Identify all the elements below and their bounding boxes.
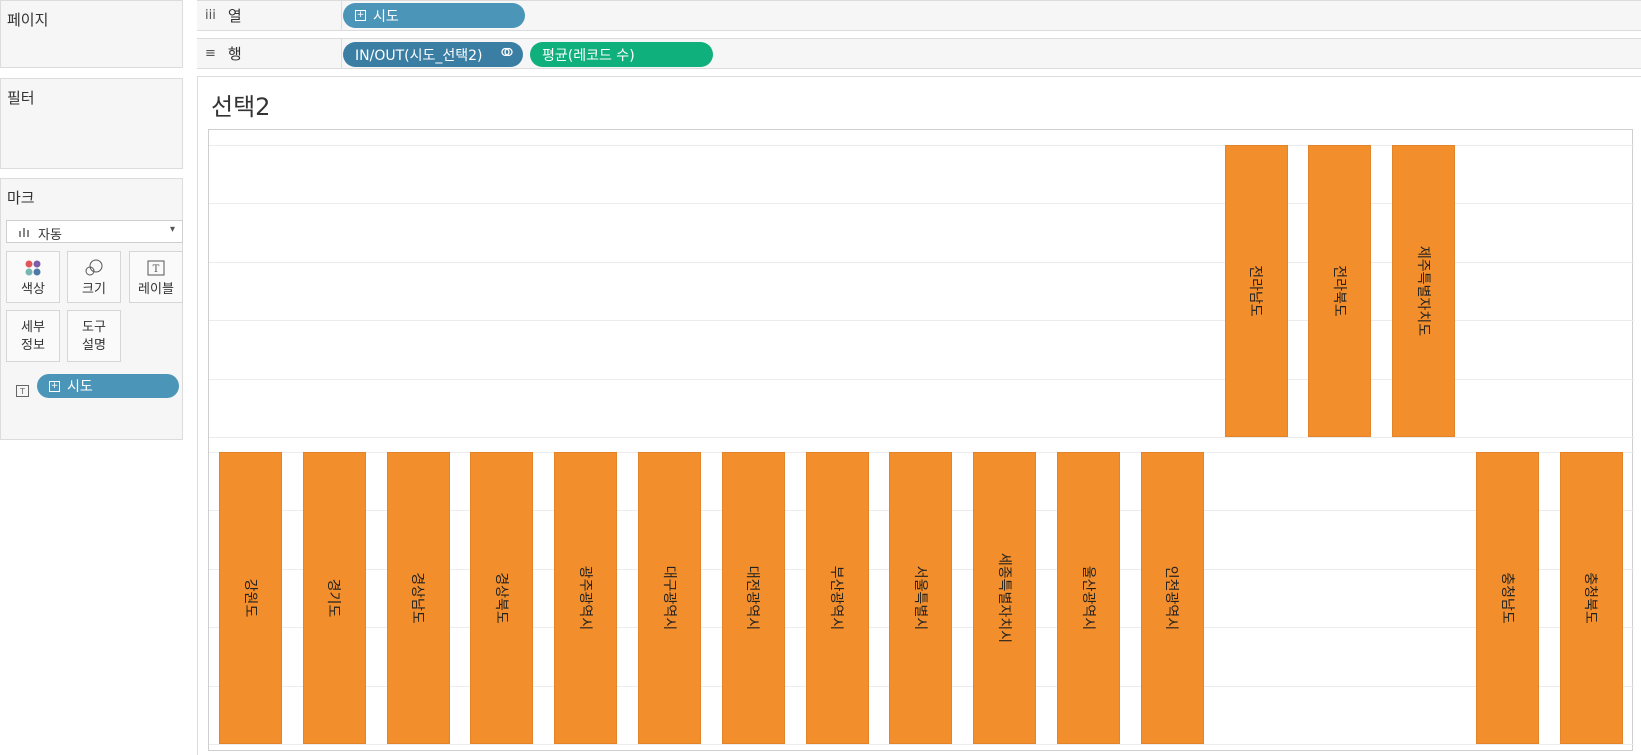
- text-label-icon: T: [130, 258, 182, 278]
- gridline: [209, 437, 1634, 438]
- color-palette-icon: [7, 258, 59, 278]
- columns-icon: iii: [205, 8, 216, 23]
- rows-pill-avg-label: 평균(레코드 수): [542, 47, 635, 64]
- bar-label: 경상북도: [492, 572, 509, 624]
- bar-out[interactable]: 경기도: [302, 452, 366, 744]
- bar-out[interactable]: 인천광역시: [1140, 452, 1204, 744]
- bar-label: 광주광역시: [576, 565, 593, 631]
- label-button[interactable]: T 레이블: [129, 251, 183, 303]
- size-button[interactable]: 크기: [67, 251, 121, 303]
- rows-pill-avg-records[interactable]: 평균(레코드 수): [530, 42, 713, 67]
- bar-label: 울산광역시: [1079, 565, 1096, 631]
- detail-button-label: 세부 정보: [21, 320, 45, 353]
- bar-out[interactable]: 울산광역시: [1057, 452, 1120, 744]
- bar-out[interactable]: 대구광역시: [638, 452, 701, 744]
- bar-label: 전라북도: [1330, 265, 1347, 317]
- bar-out[interactable]: 충청남도: [1476, 452, 1539, 744]
- bar-label: 충청남도: [1498, 572, 1515, 624]
- size-icon: [68, 258, 120, 278]
- bar-out[interactable]: 충청북도: [1559, 452, 1623, 744]
- svg-text:T: T: [153, 264, 160, 275]
- bar-label: 충청북도: [1582, 572, 1599, 624]
- bar-chart-icon: [19, 226, 31, 241]
- bar-label: 경기도: [325, 578, 342, 618]
- bar-label: 경상남도: [409, 572, 426, 624]
- bar-label: 인천광역시: [1163, 565, 1180, 631]
- marks-card-title: 마크: [7, 189, 35, 207]
- rows-shelf-title: 행: [227, 45, 242, 63]
- bar-out[interactable]: 강원도: [219, 452, 282, 744]
- bar-in[interactable]: 전라북도: [1308, 145, 1372, 437]
- bar-label: 강원도: [241, 578, 258, 618]
- chart-frame: 전라남도 전라북도 제주특별자치도강원도 경기도 경상남도 경상북도 광주광역시 대구광역시 대…: [208, 129, 1634, 752]
- size-button-label: 크기: [82, 282, 106, 297]
- bar-out[interactable]: 부산광역시: [805, 452, 869, 744]
- columns-pill-sido[interactable]: + 시도: [343, 3, 525, 28]
- bar-label: 서울특별시: [911, 565, 928, 631]
- plot-area: 전라남도 전라북도 제주특별자치도강원도 경기도 경상남도 경상북도 광주광역시 대구광역시 대…: [209, 130, 1634, 752]
- bar-out[interactable]: 세종특별자치시: [973, 452, 1037, 744]
- bar-label: 대전광역시: [744, 565, 761, 631]
- bar-out[interactable]: 경상북도: [470, 452, 534, 744]
- columns-shelf-title: 열: [227, 7, 242, 25]
- color-button-label: 색상: [21, 282, 45, 297]
- detail-button[interactable]: 세부 정보: [6, 310, 60, 362]
- bar-label: 세종특별자치시: [995, 552, 1012, 644]
- expand-icon: +: [49, 380, 60, 392]
- chevron-down-icon: ▾: [169, 224, 175, 235]
- tooltip-button-label: 도구 설명: [82, 320, 106, 353]
- bar-in[interactable]: 전라남도: [1224, 145, 1288, 437]
- svg-text:T: T: [19, 387, 25, 396]
- label-button-label: 레이블: [138, 282, 174, 297]
- text-mark-icon: T: [16, 382, 29, 401]
- set-link-icon: [501, 46, 513, 62]
- tooltip-button[interactable]: 도구 설명: [67, 310, 121, 362]
- mark-field-pill-label: 시도: [67, 379, 93, 395]
- bar-in[interactable]: 제주특별자치도: [1392, 145, 1456, 437]
- mark-field-pill[interactable]: + 시도: [37, 374, 179, 398]
- columns-shelf-label: iii 열: [197, 1, 342, 30]
- rows-shelf-label: ≡ 행: [197, 39, 342, 68]
- rows-shelf: ≡ 행 IN/OUT(시도_선택2) 평균(레코드 수): [197, 38, 1641, 69]
- filters-card: 필터: [0, 78, 183, 169]
- bar-label: 부산광역시: [828, 565, 845, 631]
- gridline: [209, 744, 1634, 745]
- mark-type-label: 자동: [38, 228, 62, 243]
- bar-out[interactable]: 대전광역시: [721, 452, 785, 744]
- bar-label: 대구광역시: [660, 565, 677, 631]
- columns-shelf: iii 열 + 시도: [197, 0, 1641, 31]
- bar-out[interactable]: 서울특별시: [889, 452, 953, 744]
- view-title: 선택2: [211, 93, 271, 121]
- color-button[interactable]: 색상: [6, 251, 60, 303]
- bar-label: 제주특별자치도: [1414, 245, 1431, 337]
- rows-icon: ≡: [205, 46, 216, 61]
- mark-type-dropdown[interactable]: 자동 ▾: [6, 220, 183, 243]
- rows-pill-inout-label: IN/OUT(시도_선택2): [355, 47, 483, 64]
- marks-card: 마크 자동 ▾ 색상 크기 T 레이블 세부 정보 도구 설명 T + 시도: [0, 178, 183, 440]
- pages-card: 페이지: [0, 0, 183, 68]
- filters-card-title: 필터: [7, 89, 35, 107]
- bar-out[interactable]: 광주광역시: [554, 452, 618, 744]
- columns-pill-label: 시도: [373, 8, 399, 25]
- bar-out[interactable]: 경상남도: [386, 452, 450, 744]
- expand-icon: +: [355, 10, 366, 21]
- bar-label: 전라남도: [1247, 265, 1264, 317]
- rows-pill-inout[interactable]: IN/OUT(시도_선택2): [343, 42, 523, 67]
- pages-card-title: 페이지: [7, 11, 49, 29]
